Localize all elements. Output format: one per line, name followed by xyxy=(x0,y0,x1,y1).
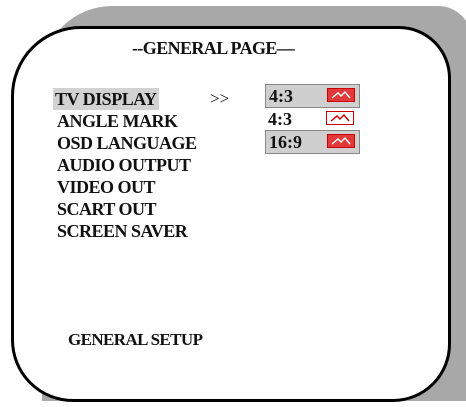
menu-item-osd-language[interactable]: OSD LANGUAGE xyxy=(55,132,199,154)
option-4-3-highlighted[interactable]: 4:3 xyxy=(265,84,360,108)
option-label: 16:9 xyxy=(269,132,302,152)
settings-menu: TV DISPLAY ANGLE MARK OSD LANGUAGE AUDIO… xyxy=(53,88,199,242)
menu-item-tv-display[interactable]: TV DISPLAY xyxy=(53,88,159,110)
page-title: --GENERAL PAGE— xyxy=(132,38,295,58)
menu-item-angle-mark[interactable]: ANGLE MARK xyxy=(55,110,199,132)
picture-frame-icon xyxy=(327,88,355,102)
picture-frame-icon xyxy=(326,111,354,125)
menu-item-video-out[interactable]: VIDEO OUT xyxy=(55,176,199,198)
option-4-3[interactable]: 4:3 xyxy=(265,108,360,130)
footer-label: GENERAL SETUP xyxy=(68,330,203,349)
option-label: 4:3 xyxy=(268,109,292,129)
selection-indicator: >> xyxy=(210,89,230,108)
option-label: 4:3 xyxy=(269,86,293,106)
option-16-9[interactable]: 16:9 xyxy=(265,130,360,154)
picture-frame-icon xyxy=(327,134,355,148)
menu-item-screen-saver[interactable]: SCREEN SAVER xyxy=(55,220,199,242)
menu-item-scart-out[interactable]: SCART OUT xyxy=(55,198,199,220)
menu-item-audio-output[interactable]: AUDIO OUTPUT xyxy=(55,154,199,176)
option-list: 4:3 4:3 16:9 xyxy=(265,84,360,154)
